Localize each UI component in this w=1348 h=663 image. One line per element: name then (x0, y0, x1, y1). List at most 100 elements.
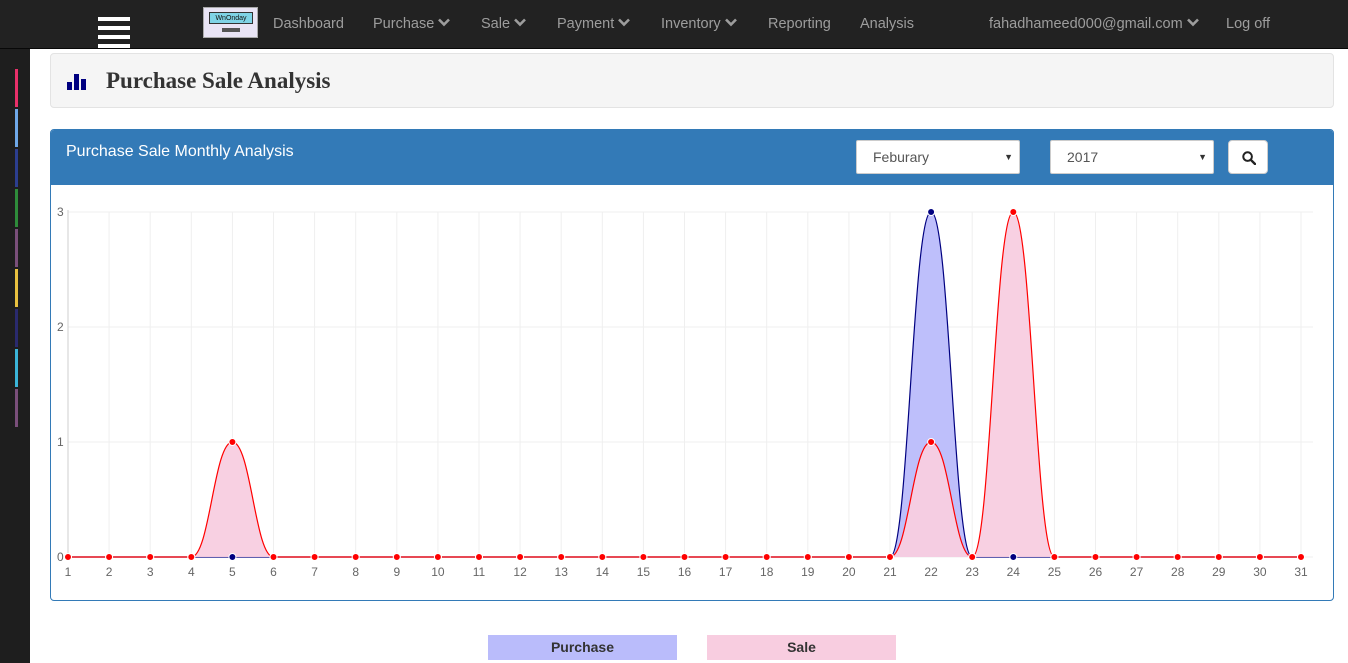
x-tick-label: 28 (1171, 565, 1185, 579)
sale-data-point (721, 553, 730, 561)
x-tick-label: 17 (719, 565, 733, 579)
year-select-value: 2017 (1067, 149, 1099, 165)
nav-inventory[interactable]: Inventory (661, 0, 737, 49)
chevron-down-icon (438, 18, 451, 27)
x-tick-label: 18 (760, 565, 774, 579)
nav-reporting[interactable]: Reporting (768, 0, 831, 49)
y-tick-label: 3 (57, 205, 64, 219)
chevron-down-icon (724, 18, 737, 27)
x-tick-label: 13 (555, 565, 569, 579)
sale-data-point (1050, 553, 1059, 561)
sale-data-point (105, 553, 114, 561)
search-button[interactable] (1228, 140, 1268, 174)
purchase-data-point (1009, 553, 1018, 561)
nav-sale-label: Sale (481, 16, 511, 32)
x-tick-label: 21 (883, 565, 897, 579)
logo-underline (222, 28, 240, 32)
user-menu[interactable]: fahadhameed000@gmail.com (989, 0, 1199, 49)
sidebar-strip[interactable] (15, 109, 18, 147)
user-email: fahadhameed000@gmail.com (989, 16, 1183, 32)
sale-data-point (433, 553, 442, 561)
sale-data-point (187, 553, 196, 561)
nav-sale[interactable]: Sale (481, 0, 526, 49)
sale-data-point (598, 553, 607, 561)
search-icon (1242, 151, 1256, 165)
panel-heading: Purchase Sale Monthly Analysis Feburary … (51, 130, 1333, 185)
purchase-data-point (927, 208, 936, 216)
x-tick-label: 3 (147, 565, 154, 579)
x-tick-label: 9 (393, 565, 400, 579)
x-tick-label: 10 (431, 565, 445, 579)
logoff-link[interactable]: Log off (1226, 0, 1270, 49)
sale-data-point (886, 553, 894, 561)
x-tick-label: 20 (842, 565, 856, 579)
app-logo[interactable]: WnOnday (203, 7, 258, 38)
chevron-down-icon (618, 18, 631, 27)
x-tick-label: 26 (1089, 565, 1103, 579)
nav-reporting-label: Reporting (768, 16, 831, 32)
nav-dashboard-label: Dashboard (273, 16, 344, 32)
sale-data-point (228, 438, 237, 446)
sale-data-point (475, 553, 483, 561)
sidebar-strip[interactable] (15, 189, 18, 227)
sale-data-point (269, 553, 278, 561)
x-tick-label: 22 (924, 565, 938, 579)
y-tick-label: 1 (57, 435, 64, 449)
month-select-value: Feburary (873, 149, 930, 165)
main-content: Purchase Sale Analysis Purchase Sale Mon… (30, 49, 1348, 663)
sidebar-strip[interactable] (15, 229, 18, 267)
sidebar (0, 49, 30, 663)
x-tick-label: 1 (65, 565, 72, 579)
purchase-sale-chart: 01231 2 3 4 5 6 7 8 9 10 11 12 13 14 15 16 17 18 19 20 21 22 2… (57, 205, 1313, 579)
logoff-label: Log off (1226, 16, 1271, 32)
sidebar-strip[interactable] (15, 149, 18, 187)
legend-sale[interactable]: Sale (707, 635, 896, 660)
x-tick-label: 27 (1130, 565, 1144, 579)
sale-data-point (392, 553, 401, 561)
page-title: Purchase Sale Analysis (106, 68, 331, 93)
sale-data-point (927, 438, 936, 446)
sale-data-point (1297, 553, 1305, 561)
x-tick-label: 24 (1007, 565, 1021, 579)
bar-chart-icon (67, 74, 86, 90)
x-tick-label: 6 (270, 565, 277, 579)
purchase-data-point (228, 553, 237, 561)
nav-payment[interactable]: Payment (557, 0, 631, 49)
sale-data-point (1214, 553, 1223, 561)
sidebar-strip[interactable] (15, 269, 18, 307)
nav-purchase-label: Purchase (373, 16, 435, 32)
nav-analysis[interactable]: Analysis (860, 0, 914, 49)
x-tick-label: 15 (637, 565, 651, 579)
nav-inventory-label: Inventory (661, 16, 721, 32)
hamburger-menu-icon[interactable] (98, 17, 130, 49)
sidebar-strip[interactable] (15, 389, 18, 427)
analysis-panel: Purchase Sale Monthly Analysis Feburary … (50, 129, 1334, 601)
x-tick-label: 19 (801, 565, 815, 579)
x-tick-label: 14 (596, 565, 610, 579)
x-tick-label: 4 (188, 565, 195, 579)
sale-data-point (1009, 208, 1018, 216)
x-tick-label: 16 (678, 565, 692, 579)
sidebar-strip[interactable] (15, 309, 18, 347)
sale-data-point (1173, 553, 1182, 561)
sale-data-point (762, 553, 771, 561)
page-header: Purchase Sale Analysis (50, 53, 1334, 108)
nav-purchase[interactable]: Purchase (373, 0, 451, 49)
top-navbar: WnOnday Dashboard Purchase Sale Payment … (0, 0, 1348, 49)
nav-dashboard[interactable]: Dashboard (273, 0, 344, 49)
year-select[interactable]: 2017 ▼ (1050, 140, 1214, 174)
chevron-down-icon (1186, 18, 1199, 27)
nav-analysis-label: Analysis (860, 16, 914, 32)
panel-title: Purchase Sale Monthly Analysis (66, 143, 294, 160)
sidebar-strip[interactable] (15, 69, 18, 107)
sale-data-point (351, 553, 360, 561)
sidebar-strip[interactable] (15, 349, 18, 387)
month-select[interactable]: Feburary ▼ (856, 140, 1020, 174)
x-tick-label: 7 (311, 565, 318, 579)
legend-purchase[interactable]: Purchase (488, 635, 677, 660)
sale-data-point (310, 553, 319, 561)
sale-data-point (844, 553, 853, 561)
x-tick-label: 11 (473, 565, 486, 579)
y-tick-label: 2 (57, 320, 64, 334)
chevron-down-icon (514, 18, 526, 27)
